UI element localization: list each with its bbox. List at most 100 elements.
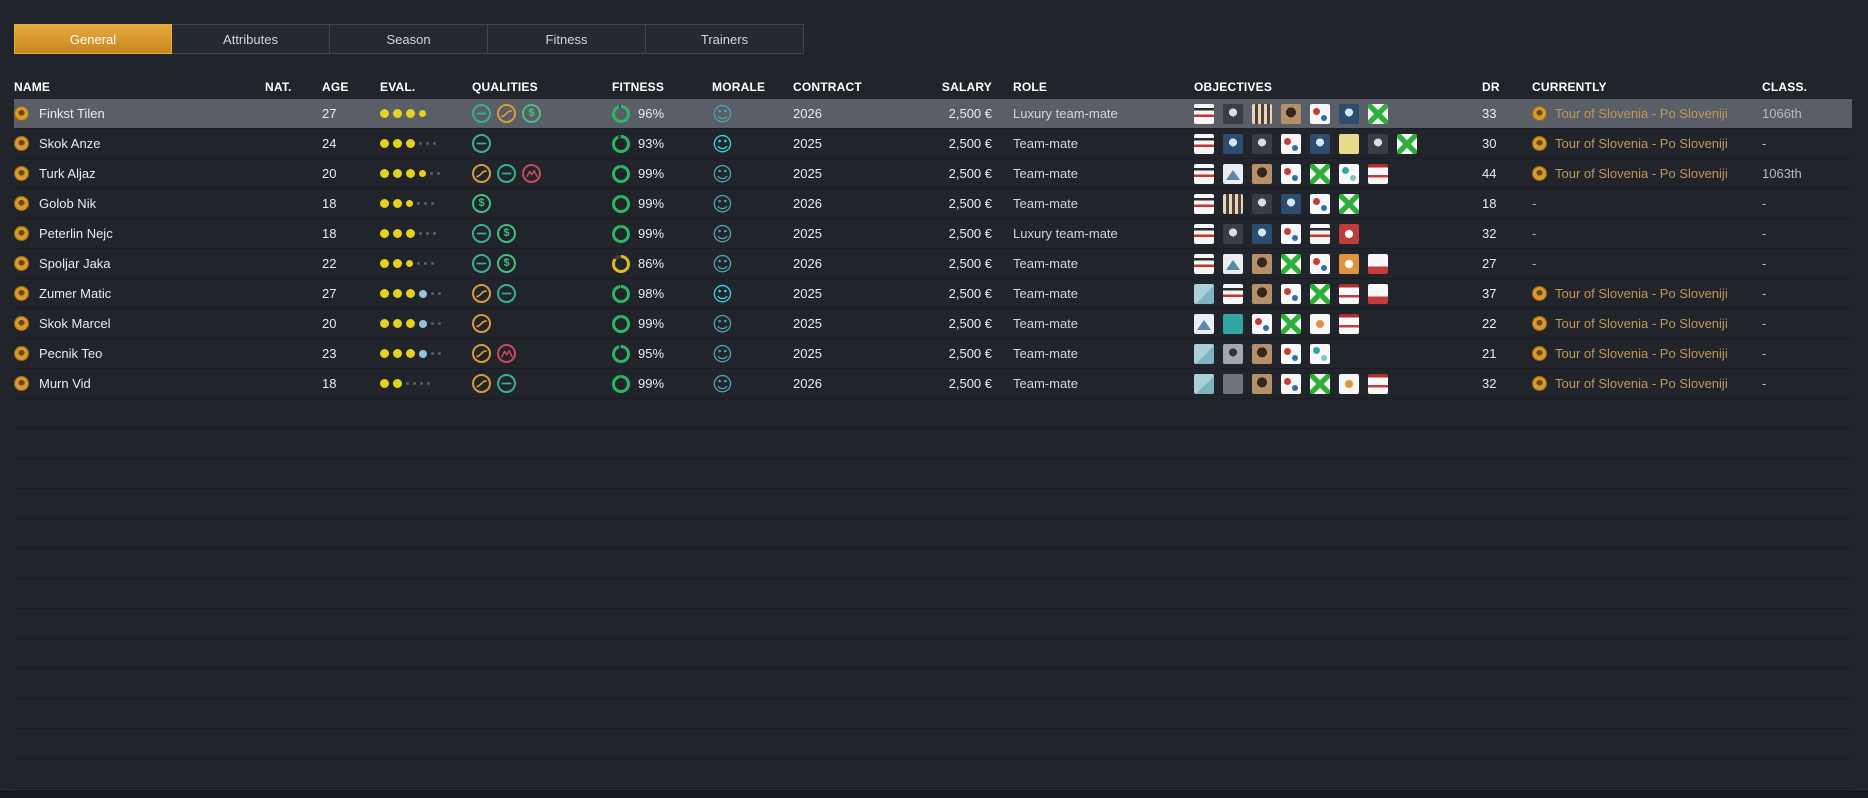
fitness-ring-icon xyxy=(612,345,630,363)
objective-milano-icon xyxy=(1194,164,1214,184)
eval-dot xyxy=(431,202,434,205)
contract-year: 2025 xyxy=(793,226,900,241)
eval-dot xyxy=(393,139,402,148)
objective-track-icon xyxy=(1252,314,1272,334)
fitness-percent: 96% xyxy=(638,106,664,121)
objective-greenx-icon xyxy=(1310,374,1330,394)
morale-cell: ☺ xyxy=(712,224,793,244)
rider-name: Skok Anze xyxy=(39,136,100,151)
dr-value: 32 xyxy=(1482,376,1532,391)
objectives-icons xyxy=(1194,164,1482,184)
dr-value: 18 xyxy=(1482,196,1532,211)
table-row[interactable]: Peterlin Nejc 18 $ 99% ☺ 2025 2,500 € Lu… xyxy=(14,219,1852,249)
currently-race: Tour of Slovenia - Po Sloveniji xyxy=(1555,346,1728,361)
column-header-age[interactable]: AGE xyxy=(322,80,380,94)
table-row[interactable]: Spoljar Jaka 22 $ 86% ☺ 2026 2,500 € Tea… xyxy=(14,249,1852,279)
objective-dots-orange-icon xyxy=(1339,374,1359,394)
table-row[interactable]: Finkst Tilen 27 $ 96% ☺ 2026 2,500 € Lux… xyxy=(14,99,1852,129)
column-header-nat[interactable]: NAT. xyxy=(265,80,322,94)
column-header-dr[interactable]: DR xyxy=(1482,80,1532,94)
table-row[interactable]: Pecnik Teo 23 95% ☺ 2025 2,500 € Team-ma… xyxy=(14,339,1852,369)
objective-milano-icon xyxy=(1194,104,1214,124)
objective-track-icon xyxy=(1281,374,1301,394)
rider-role: Team-mate xyxy=(992,376,1194,391)
column-header-fitness[interactable]: FITNESS xyxy=(612,80,712,94)
objectives-icons xyxy=(1194,134,1482,154)
objective-cyclist-dark-icon xyxy=(1368,134,1388,154)
empty-row xyxy=(14,489,1852,519)
morale-smiley-icon: ☺ xyxy=(712,134,733,154)
objective-track-icon xyxy=(1310,104,1330,124)
rider-age: 22 xyxy=(322,256,380,271)
currently-cell: Tour of Slovenia - Po Sloveniji xyxy=(1532,346,1762,361)
tab-general[interactable]: General xyxy=(14,24,172,54)
fitness-percent: 99% xyxy=(638,166,664,181)
table-row[interactable]: Skok Marcel 20 99% ☺ 2025 2,500 € Team-m… xyxy=(14,309,1852,339)
evaluation-dots xyxy=(380,139,472,148)
objective-track-icon xyxy=(1281,224,1301,244)
column-header-eval[interactable]: EVAL. xyxy=(380,80,472,94)
fitness-cell: 99% xyxy=(612,165,712,183)
flat-quality-icon xyxy=(472,134,491,153)
tab-fitness[interactable]: Fitness xyxy=(488,24,646,54)
rider-role: Luxury team-mate xyxy=(992,106,1194,121)
objectives-icons xyxy=(1194,104,1482,124)
morale-smiley-icon: ☺ xyxy=(712,374,733,394)
empty-row xyxy=(14,699,1852,729)
eval-dot xyxy=(419,170,426,177)
column-header-name[interactable]: NAME xyxy=(14,80,265,94)
tab-trainers[interactable]: Trainers xyxy=(646,24,804,54)
column-header-qualities[interactable]: QUALITIES xyxy=(472,80,612,94)
objective-cyclist-dark-icon xyxy=(1252,194,1272,214)
eval-dot xyxy=(406,260,413,267)
qualities-icons xyxy=(472,134,612,153)
objective-coppa-icon xyxy=(1339,284,1359,304)
evaluation-dots xyxy=(380,379,472,388)
objective-milano-icon xyxy=(1194,224,1214,244)
race-badge-icon xyxy=(1532,106,1547,121)
table-row[interactable]: Golob Nik 18 $ 99% ☺ 2026 2,500 € Team-m… xyxy=(14,189,1852,219)
column-header-role[interactable]: ROLE xyxy=(992,80,1194,94)
fitness-cell: 99% xyxy=(612,315,712,333)
objective-dots-teal-icon xyxy=(1339,164,1359,184)
column-header-salary[interactable]: SALARY xyxy=(900,80,992,94)
dollar-quality-icon: $ xyxy=(472,194,491,213)
flat-quality-icon xyxy=(472,224,491,243)
objective-cyclist-brown-icon xyxy=(1252,374,1272,394)
rider-name: Murn Vid xyxy=(39,376,91,391)
table-row[interactable]: Turk Aljaz 20 99% ☺ 2025 2,500 € Team-ma… xyxy=(14,159,1852,189)
objective-cyclist-blue-icon xyxy=(1339,104,1359,124)
qualities-icons xyxy=(472,284,612,303)
eval-dot xyxy=(431,352,434,355)
eval-dot xyxy=(417,262,420,265)
rider-name: Finkst Tilen xyxy=(39,106,105,121)
table-row[interactable]: Zumer Matic 27 98% ☺ 2025 2,500 € Team-m… xyxy=(14,279,1852,309)
column-header-morale[interactable]: MORALE xyxy=(712,80,793,94)
name-cell: Pecnik Teo xyxy=(14,346,265,361)
table-row[interactable]: Skok Anze 24 93% ☺ 2025 2,500 € Team-mat… xyxy=(14,129,1852,159)
table-row[interactable]: Murn Vid 18 99% ☺ 2026 2,500 € Team-mate… xyxy=(14,369,1852,399)
tab-attributes[interactable]: Attributes xyxy=(172,24,330,54)
tab-season[interactable]: Season xyxy=(330,24,488,54)
objectives-icons xyxy=(1194,224,1482,244)
name-cell: Spoljar Jaka xyxy=(14,256,265,271)
objective-orange-icon xyxy=(1339,254,1359,274)
dr-value: 44 xyxy=(1482,166,1532,181)
column-header-class[interactable]: CLASS. xyxy=(1762,80,1852,94)
table-header: NAME NAT. AGE EVAL. QUALITIES FITNESS MO… xyxy=(14,74,1852,99)
objectives-icons xyxy=(1194,194,1482,214)
race-badge-icon xyxy=(1532,286,1547,301)
currently-cell: - xyxy=(1532,226,1762,241)
rider-age: 27 xyxy=(322,286,380,301)
column-header-currently[interactable]: CURRENTLY xyxy=(1532,80,1762,94)
objectives-icons xyxy=(1194,314,1482,334)
column-header-objectives[interactable]: OBJECTIVES xyxy=(1194,80,1482,94)
objective-formato-icon xyxy=(1368,284,1388,304)
currently-cell: Tour of Slovenia - Po Sloveniji xyxy=(1532,106,1762,121)
qualities-icons xyxy=(472,314,612,333)
name-cell: Turk Aljaz xyxy=(14,166,265,181)
objective-cyclist-blue-icon xyxy=(1223,134,1243,154)
objective-teal2-icon xyxy=(1194,284,1214,304)
column-header-contract[interactable]: CONTRACT xyxy=(793,80,900,94)
dollar-quality-icon: $ xyxy=(522,104,541,123)
